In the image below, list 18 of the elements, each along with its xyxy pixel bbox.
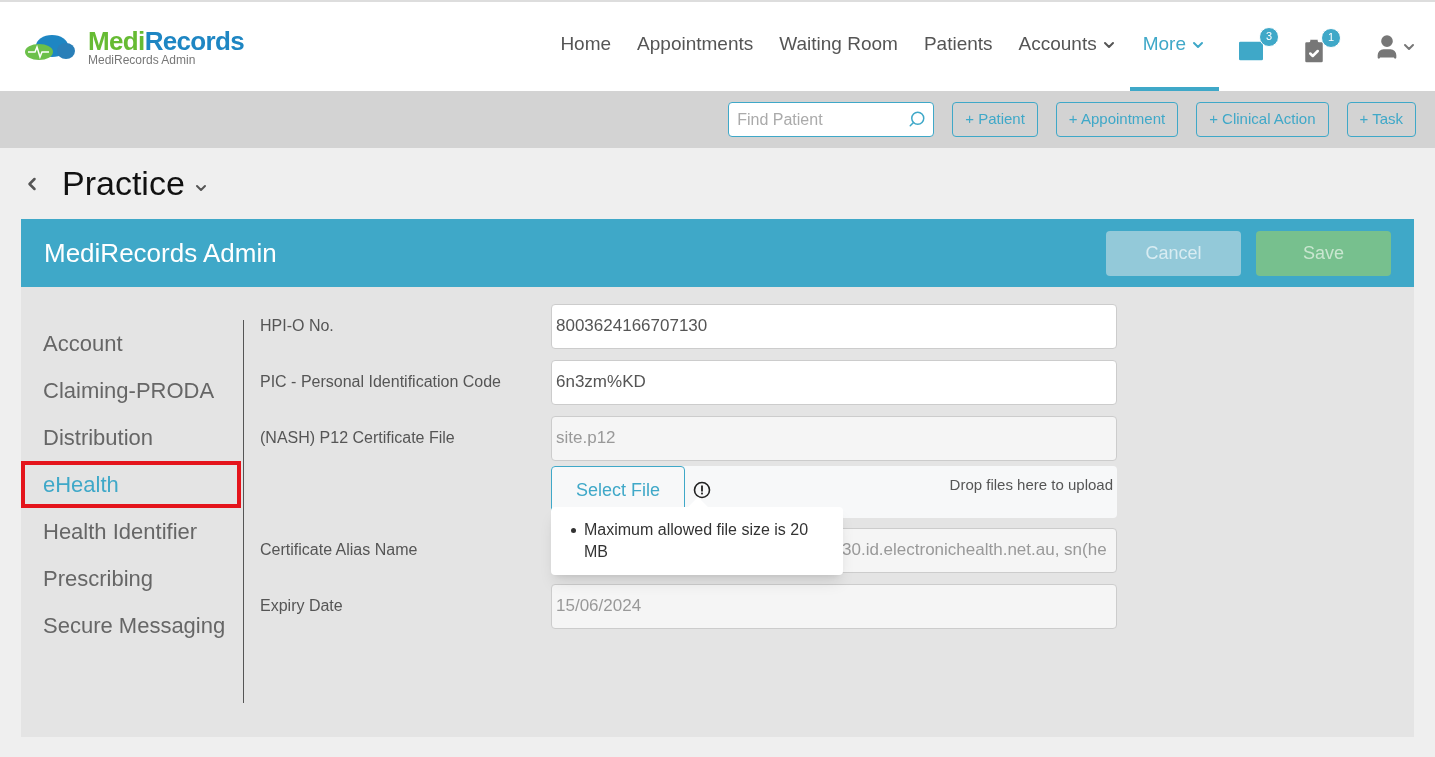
page-title: Practice [62, 163, 185, 204]
field-value: 15/06/2024 [556, 595, 642, 618]
field-value: 30.id.electronichealth.net.au, sn(he [842, 539, 1107, 562]
drop-hint: Drop files here to upload [949, 475, 1114, 495]
field-label: Expiry Date [260, 596, 344, 616]
task-count: 1 [1321, 27, 1341, 48]
brand-subtitle: MediRecords Admin [88, 53, 197, 66]
panel-title: MediRecords Admin [44, 236, 277, 270]
field-value: site.p12 [556, 427, 616, 450]
field-value: 6n3zm%KD [556, 371, 646, 394]
field-label: Certificate Alias Name [260, 540, 419, 560]
field-label: (NASH) P12 Certificate File [260, 428, 456, 448]
tooltip-text: Maximum allowed file size is 20 MB [584, 520, 810, 562]
message-count: 3 [1259, 26, 1279, 47]
field-value: 8003624166707130 [556, 315, 708, 338]
field-label: PIC - Personal Identification Code [260, 372, 502, 392]
brand-name: MediRecords [88, 27, 245, 54]
field-label: HPI-O No. [260, 316, 335, 336]
